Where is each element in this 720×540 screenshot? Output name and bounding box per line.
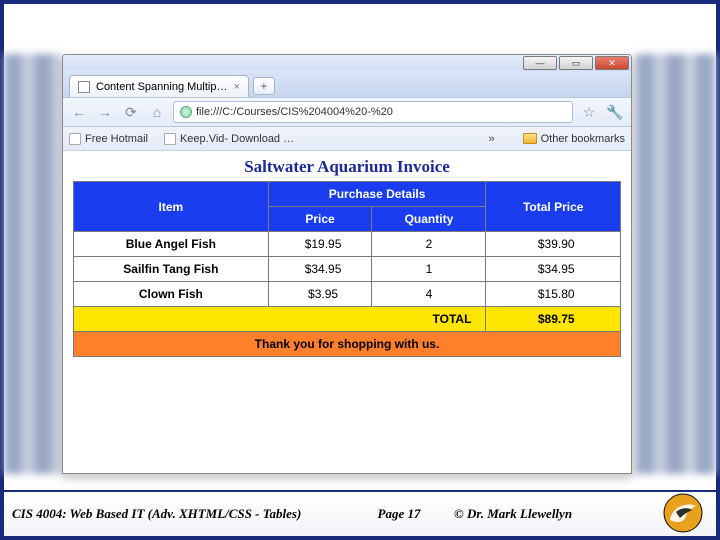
page-icon bbox=[69, 133, 81, 145]
total-label: TOTAL bbox=[74, 307, 486, 332]
back-button[interactable]: ← bbox=[69, 102, 89, 122]
folder-icon bbox=[523, 133, 537, 144]
col-total: Total Price bbox=[486, 182, 621, 232]
tab-title: Content Spanning Multip… bbox=[96, 81, 227, 93]
globe-icon bbox=[180, 106, 192, 118]
cell-price: $3.95 bbox=[268, 282, 372, 307]
bookmarks-bar: Free Hotmail Keep.Vid- Download … » Othe… bbox=[63, 127, 631, 151]
col-qty: Quantity bbox=[372, 207, 486, 232]
footer-course: CIS 4004: Web Based IT (Adv. XHTML/CSS -… bbox=[4, 506, 344, 522]
total-row: TOTAL $89.75 bbox=[74, 307, 621, 332]
settings-wrench-button[interactable]: 🔧 bbox=[605, 102, 625, 122]
cell-price: $19.95 bbox=[268, 232, 372, 257]
background-blur-right bbox=[636, 54, 716, 474]
other-bookmarks-label: Other bookmarks bbox=[541, 133, 625, 145]
cell-qty: 1 bbox=[372, 257, 486, 282]
page-favicon-icon bbox=[78, 81, 90, 93]
table-row: Blue Angel Fish $19.95 2 $39.90 bbox=[74, 232, 621, 257]
bookmark-star-button[interactable]: ☆ bbox=[579, 102, 599, 122]
background-blur-left bbox=[4, 54, 62, 474]
other-bookmarks-folder[interactable]: Other bookmarks bbox=[523, 133, 625, 145]
tab-strip: Content Spanning Multip… × + bbox=[63, 71, 631, 97]
forward-button[interactable]: → bbox=[95, 102, 115, 122]
col-details: Purchase Details bbox=[268, 182, 486, 207]
cell-item: Clown Fish bbox=[74, 282, 269, 307]
cell-total: $34.95 bbox=[486, 257, 621, 282]
slide-footer: CIS 4004: Web Based IT (Adv. XHTML/CSS -… bbox=[4, 490, 716, 536]
cell-item: Blue Angel Fish bbox=[74, 232, 269, 257]
footer-page: Page 17 bbox=[344, 506, 454, 522]
tab-close-icon[interactable]: × bbox=[233, 81, 239, 93]
bookmark-label: Free Hotmail bbox=[85, 133, 148, 145]
bookmarks-overflow-button[interactable]: » bbox=[489, 133, 495, 145]
home-button[interactable]: ⌂ bbox=[147, 102, 167, 122]
browser-window: — ▭ ✕ Content Spanning Multip… × + ← → ⟳… bbox=[62, 54, 632, 474]
footer-author: © Dr. Mark Llewellyn bbox=[454, 506, 634, 522]
ucf-pegasus-logo-icon bbox=[658, 492, 708, 534]
bookmark-label: Keep.Vid- Download … bbox=[180, 133, 294, 145]
col-item: Item bbox=[74, 182, 269, 232]
reload-button[interactable]: ⟳ bbox=[121, 102, 141, 122]
page-viewport: Saltwater Aquarium Invoice Item Purchase… bbox=[63, 151, 631, 473]
invoice-table: Item Purchase Details Total Price Price … bbox=[73, 181, 621, 357]
total-value: $89.75 bbox=[486, 307, 621, 332]
address-text: file:///C:/Courses/CIS%204004%20-%20 bbox=[196, 106, 393, 118]
page-icon bbox=[164, 133, 176, 145]
cell-price: $34.95 bbox=[268, 257, 372, 282]
close-button[interactable]: ✕ bbox=[595, 56, 629, 70]
window-titlebar: — ▭ ✕ bbox=[63, 55, 631, 71]
new-tab-button[interactable]: + bbox=[253, 77, 275, 95]
col-price: Price bbox=[268, 207, 372, 232]
cell-qty: 2 bbox=[372, 232, 486, 257]
thanks-message: Thank you for shopping with us. bbox=[74, 332, 621, 357]
cell-total: $15.80 bbox=[486, 282, 621, 307]
table-row: Sailfin Tang Fish $34.95 1 $34.95 bbox=[74, 257, 621, 282]
minimize-button[interactable]: — bbox=[523, 56, 557, 70]
cell-qty: 4 bbox=[372, 282, 486, 307]
tab-active[interactable]: Content Spanning Multip… × bbox=[69, 75, 249, 97]
cell-total: $39.90 bbox=[486, 232, 621, 257]
table-row: Clown Fish $3.95 4 $15.80 bbox=[74, 282, 621, 307]
bookmark-item[interactable]: Keep.Vid- Download … bbox=[164, 133, 294, 145]
cell-item: Sailfin Tang Fish bbox=[74, 257, 269, 282]
maximize-button[interactable]: ▭ bbox=[559, 56, 593, 70]
thanks-row: Thank you for shopping with us. bbox=[74, 332, 621, 357]
bookmark-item[interactable]: Free Hotmail bbox=[69, 133, 148, 145]
address-bar[interactable]: file:///C:/Courses/CIS%204004%20-%20 bbox=[173, 101, 573, 123]
toolbar: ← → ⟳ ⌂ file:///C:/Courses/CIS%204004%20… bbox=[63, 97, 631, 127]
invoice-title: Saltwater Aquarium Invoice bbox=[73, 157, 621, 177]
